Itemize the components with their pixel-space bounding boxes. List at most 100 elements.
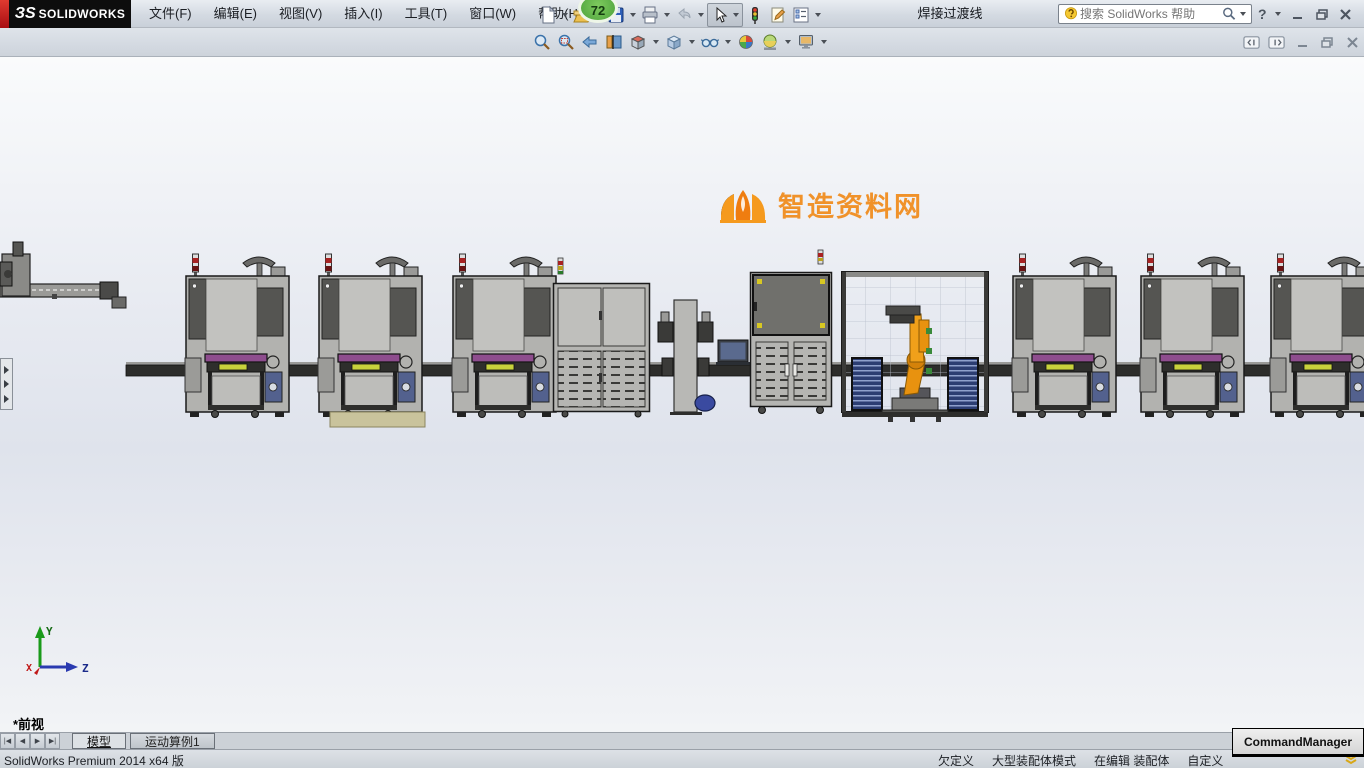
heads-up-toolbar-row [0,28,1364,57]
status-large-assembly-mode: 大型装配体模式 [992,752,1076,768]
heads-up-view-toolbar [531,31,829,53]
search-icon[interactable] [1220,5,1238,23]
save-dropdown-caret[interactable] [630,13,636,17]
logo-mark: ЗS [15,5,36,23]
search-input[interactable] [1080,7,1220,21]
help-search-box [1058,4,1252,24]
watermark-logo-icon [718,186,768,224]
menu-edit[interactable]: 编辑(E) [203,0,268,28]
status-states: 欠定义 大型装配体模式 在编辑 装配体 自定义 [938,752,1223,768]
hide-show-items-icon[interactable] [699,31,721,53]
gantry-loader[interactable] [0,242,126,308]
tab-nav-buttons: |◀ ◀ ▶ ▶| [0,733,60,749]
search-scope-caret[interactable] [1240,12,1246,16]
menu-tools[interactable]: 工具(T) [394,0,459,28]
tab-nav-last[interactable]: ▶| [45,733,60,749]
doc-restore-button[interactable] [1318,33,1336,51]
restore-button[interactable] [1313,5,1331,23]
tab-nav-first[interactable]: |◀ [0,733,15,749]
select-dropdown-caret[interactable] [733,13,739,17]
select-cursor-icon[interactable] [709,4,731,26]
press-machine-1[interactable] [185,254,289,418]
status-editing-assembly: 在编辑 装配体 [1094,752,1169,768]
undo-icon[interactable] [673,4,695,26]
help-dropdown-caret[interactable] [1275,12,1281,16]
laptop[interactable] [716,340,750,365]
brand-accent-strip [0,0,9,28]
section-view-icon[interactable] [603,31,625,53]
press-machine-4[interactable] [1012,254,1116,418]
watermark-text: 智造资料网 [778,185,923,224]
file-properties-icon[interactable] [767,4,789,26]
previous-view-icon[interactable] [579,31,601,53]
watermark: 智造资料网 [718,185,923,224]
display-style-icon[interactable] [663,31,685,53]
new-dropdown-caret[interactable] [562,13,568,17]
solidworks-window: ЗS SOLIDWORKS 文件(F) 编辑(E) 视图(V) 插入(I) 工具… [0,0,1364,768]
robot-cell[interactable] [842,272,988,422]
graphics-viewport[interactable]: 智造资料网 [0,57,1364,732]
document-window-controls [1243,33,1361,51]
display-style-caret[interactable] [689,40,695,44]
help-icon[interactable]: ? [1258,6,1267,22]
menu-window[interactable]: 窗口(W) [458,0,527,28]
hide-show-items-caret[interactable] [725,40,731,44]
status-bar: SolidWorks Premium 2014 x64 版 欠定义 大型装配体模… [0,749,1364,768]
edit-appearance-icon[interactable] [735,31,757,53]
minimize-button[interactable] [1289,5,1307,23]
press-machine-6[interactable] [1270,254,1364,418]
close-button[interactable] [1337,5,1355,23]
collapse-right-panel-icon[interactable] [1268,33,1286,51]
assembly-model[interactable] [0,240,1364,435]
print-icon[interactable] [639,4,661,26]
logo-text: SOLIDWORKS [39,7,126,21]
document-title: 焊接过渡线 [840,0,1060,28]
tab-nav-next[interactable]: ▶ [30,733,45,749]
zoom-to-area-icon[interactable] [555,31,577,53]
options-icon[interactable] [790,4,812,26]
floor-mat[interactable] [330,412,425,427]
press-machine-3[interactable] [452,254,556,418]
view-orientation-label: *前视 [13,714,44,733]
lift-tower[interactable] [658,300,715,415]
undo-dropdown-caret[interactable] [698,13,704,17]
view-orientation-icon[interactable] [627,31,649,53]
print-dropdown-caret[interactable] [664,13,670,17]
titlebar: ЗS SOLIDWORKS 文件(F) 编辑(E) 视图(V) 插入(I) 工具… [0,0,1364,28]
doc-minimize-button[interactable] [1293,33,1311,51]
tab-motion-study[interactable]: 运动算例1 [130,733,215,749]
apply-scene-caret[interactable] [785,40,791,44]
doc-close-button[interactable] [1343,33,1361,51]
view-settings-icon[interactable] [795,31,817,53]
status-under-defined: 欠定义 [938,752,974,768]
product-version-label: SolidWorks Premium 2014 x64 版 [4,752,184,768]
coordinate-triad: Y Z X [16,623,96,687]
zoom-to-fit-icon[interactable] [531,31,553,53]
help-balloon-icon [1062,5,1080,23]
menu-insert[interactable]: 插入(I) [333,0,393,28]
control-cabinet[interactable] [751,250,832,414]
view-orientation-caret[interactable] [653,40,659,44]
commandmanager-tooltip: CommandManager [1232,728,1364,757]
solidworks-logo: ЗS SOLIDWORKS [9,0,131,28]
options-dropdown-caret[interactable] [815,13,821,17]
axis-label-z: Z [82,662,89,675]
rebuild-traffic-light-icon[interactable] [744,4,766,26]
collapse-left-panel-icon[interactable] [1243,33,1261,51]
new-document-icon[interactable] [537,4,559,26]
electrical-cabinet[interactable] [554,258,650,417]
menu-file[interactable]: 文件(F) [138,0,203,28]
select-tool-group [707,3,743,27]
apply-scene-icon[interactable] [759,31,781,53]
tab-bar: |◀ ◀ ▶ ▶| 模型 运动算例1 [0,732,1364,749]
axis-label-y: Y [46,625,53,638]
view-settings-caret[interactable] [821,40,827,44]
press-machine-5[interactable] [1140,254,1244,418]
axis-label-x: X [26,663,32,674]
tab-model[interactable]: 模型 [72,733,126,749]
menu-view[interactable]: 视图(V) [268,0,333,28]
app-window-controls: ? [1258,0,1355,28]
press-machine-2[interactable] [318,254,422,418]
tab-nav-prev[interactable]: ◀ [15,733,30,749]
status-custom: 自定义 [1187,752,1223,768]
